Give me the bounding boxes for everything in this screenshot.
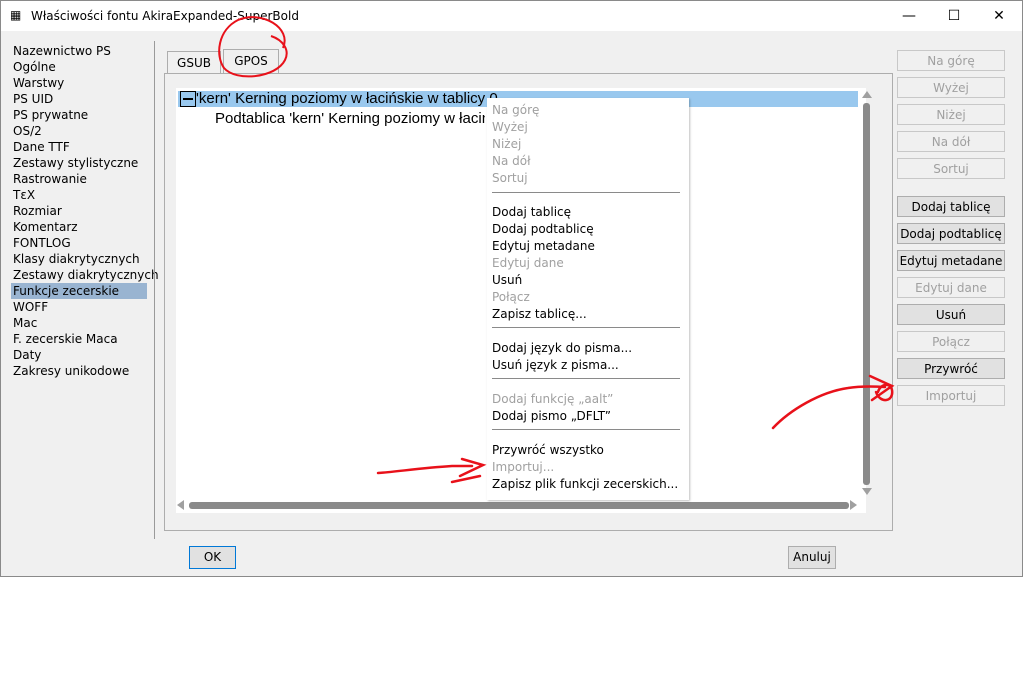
arrow-annotation-importuj bbox=[376, 457, 487, 484]
red-annotation-overlay bbox=[218, 16, 895, 484]
circle-annotation bbox=[218, 16, 288, 78]
arrow-annotation-importuj-button bbox=[771, 374, 895, 430]
